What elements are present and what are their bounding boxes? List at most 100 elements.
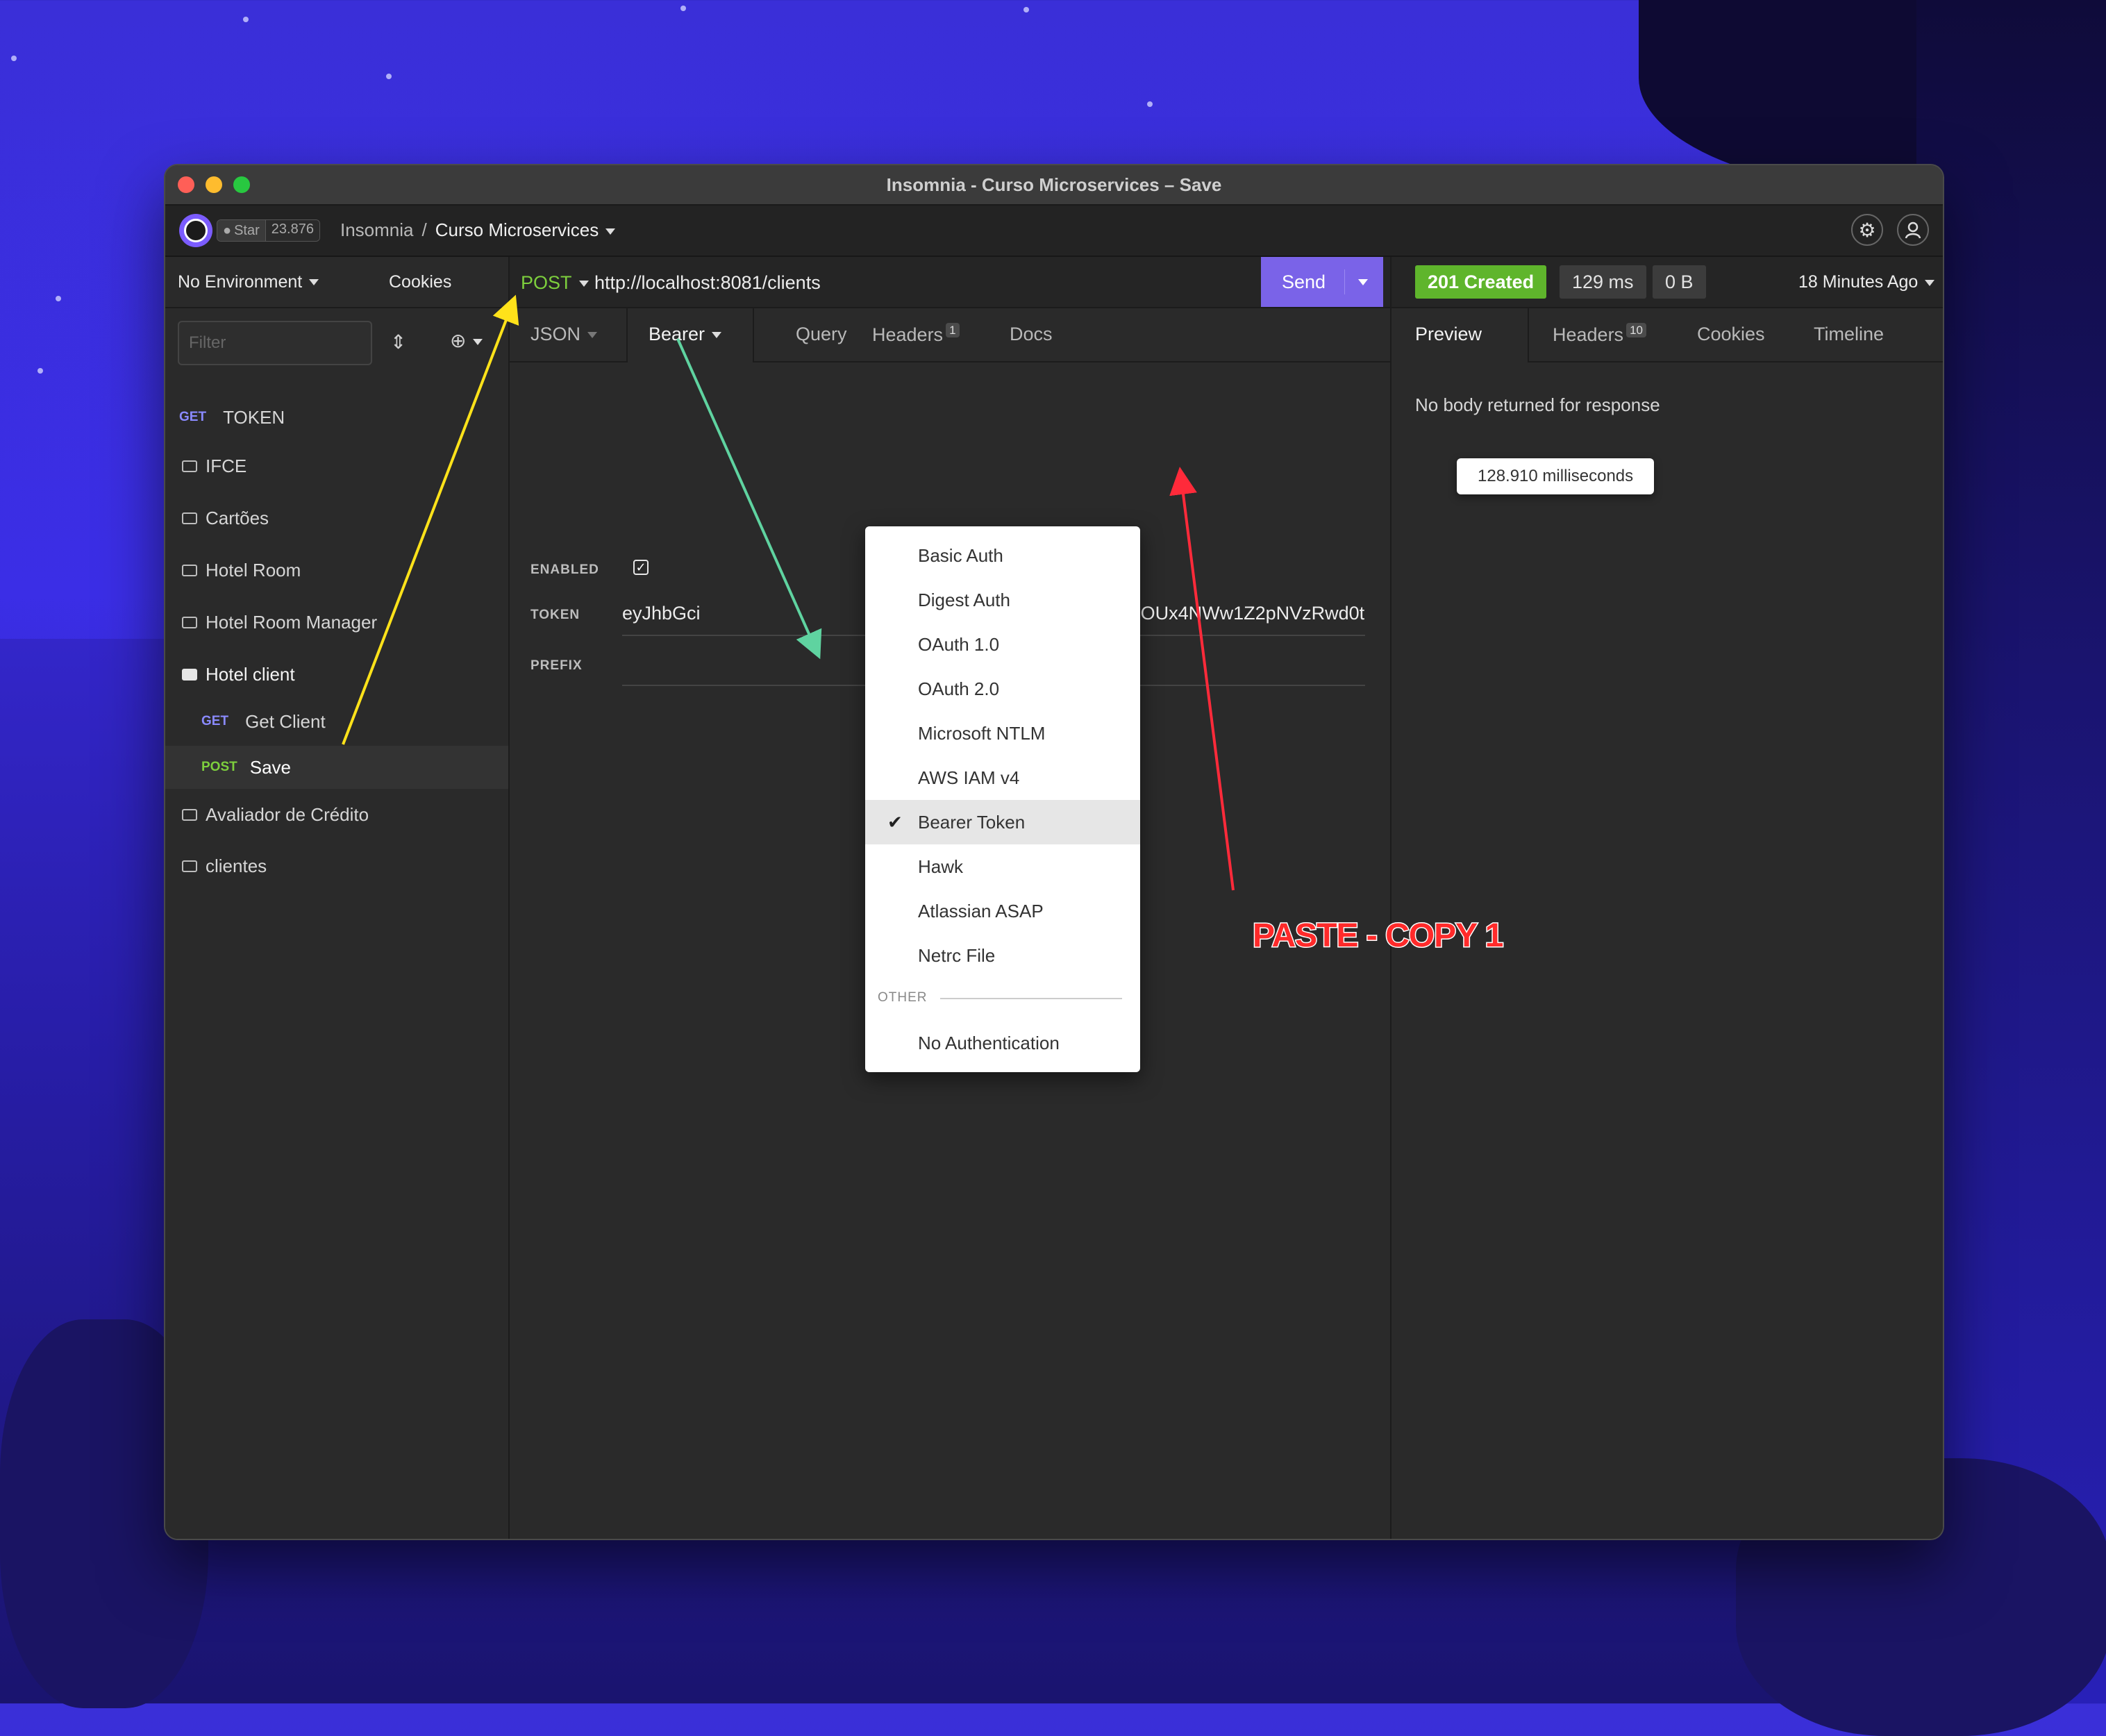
menu-item-aws-iam[interactable]: AWS IAM v4 (865, 756, 1140, 800)
menu-item-label: Bearer Token (918, 811, 1026, 833)
menu-item-atlassian-asap[interactable]: Atlassian ASAP (865, 889, 1140, 933)
sidebar-folder-hotel-room-manager[interactable]: Hotel Room Manager (165, 601, 508, 644)
star (11, 56, 17, 61)
breadcrumb-separator: / (421, 219, 427, 240)
headers-count-badge: 10 (1626, 323, 1646, 337)
sidebar-request-token[interactable]: GET TOKEN (165, 396, 508, 439)
request-label: Save (249, 756, 291, 778)
star (37, 368, 43, 374)
history-label: 18 Minutes Ago (1798, 272, 1919, 292)
method-badge: GET (201, 714, 229, 728)
cookies-button[interactable]: Cookies (389, 272, 451, 292)
app-topbar: ● Star 23.876 Insomnia / Curso Microservi… (165, 206, 1943, 257)
prefix-label: PREFIX (530, 658, 583, 673)
history-selector[interactable]: 18 Minutes Ago (1798, 272, 1935, 292)
folder-icon (182, 860, 197, 872)
menu-item-bearer-token[interactable]: ✔ Bearer Token (865, 800, 1140, 844)
sort-icon[interactable]: ⇕ (390, 331, 406, 353)
workspace-selector[interactable]: Curso Microservices (435, 219, 616, 241)
breadcrumb-root[interactable]: Insomnia (340, 219, 414, 241)
menu-item-no-authentication[interactable]: No Authentication (865, 1021, 1140, 1065)
sidebar-folder-clientes[interactable]: clientes (165, 844, 508, 887)
response-time-tooltip: 128.910 milliseconds (1457, 458, 1655, 494)
window-title: Insomnia - Curso Microservices – Save (886, 174, 1222, 195)
tab-auth[interactable]: Bearer (649, 324, 722, 345)
window-controls (178, 176, 250, 193)
sidebar-folder-cartoes[interactable]: Cartões (165, 496, 508, 540)
menu-item-label: Microsoft NTLM (918, 722, 1046, 744)
folder-icon (182, 564, 197, 576)
method-selector[interactable]: POST (521, 272, 589, 294)
checkmark-icon: ✔ (887, 811, 903, 833)
tab-label: Headers (1553, 324, 1624, 345)
menu-item-hawk[interactable]: Hawk (865, 844, 1140, 889)
tab-label: JSON (530, 324, 581, 344)
request-tabs: JSON Bearer Query Headers 1 Docs (510, 308, 1390, 362)
star (1147, 101, 1153, 107)
sidebar-folder-hotel-room[interactable]: Hotel Room (165, 549, 508, 592)
response-time[interactable]: 129 ms (1560, 265, 1646, 299)
empty-body-message: No body returned for response (1415, 394, 1660, 415)
menu-item-oauth1[interactable]: OAuth 1.0 (865, 622, 1140, 667)
tab-headers[interactable]: Headers 1 (872, 323, 960, 346)
sidebar-folder-avaliador[interactable]: Avaliador de Crédito (165, 793, 508, 836)
close-button[interactable] (178, 176, 194, 193)
folder-icon (182, 616, 197, 628)
tab-body[interactable]: JSON (530, 324, 598, 345)
menu-item-label: AWS IAM v4 (918, 767, 1020, 788)
github-star-badge[interactable]: ● Star 23.876 (217, 219, 320, 242)
url-input[interactable]: http://localhost:8081/clients (594, 272, 821, 294)
status-badge: 201 Created (1415, 265, 1547, 299)
menu-item-ntlm[interactable]: Microsoft NTLM (865, 711, 1140, 756)
filter-input[interactable]: Filter (178, 321, 372, 365)
insomnia-logo-icon[interactable] (179, 214, 212, 247)
tab-query[interactable]: Query (796, 324, 847, 345)
tab-response-headers[interactable]: Headers 10 (1553, 323, 1646, 346)
star (56, 296, 61, 301)
tab-response-cookies[interactable]: Cookies (1697, 324, 1765, 345)
chevron-down-icon[interactable] (1358, 279, 1368, 285)
enabled-checkbox[interactable]: ✓ (633, 560, 649, 575)
annotation-label: PASTE - COPY 1 (1251, 917, 1504, 955)
minimize-button[interactable] (206, 176, 222, 193)
menu-item-label: Netrc File (918, 944, 996, 966)
land-silhouette (1916, 0, 2106, 1703)
response-status-bar: 201 Created 129 ms 0 B 18 Minutes Ago (1392, 257, 1943, 308)
gear-icon[interactable]: ⚙ (1851, 214, 1883, 246)
github-icon: ● (223, 222, 232, 238)
tab-preview[interactable]: Preview (1415, 324, 1482, 345)
sidebar-request-save[interactable]: POST Save (165, 746, 508, 789)
star (680, 6, 686, 11)
environment-selector[interactable]: No Environment (178, 272, 319, 292)
star (243, 17, 249, 22)
menu-item-digest-auth[interactable]: Digest Auth (865, 578, 1140, 622)
menu-item-oauth2[interactable]: OAuth 2.0 (865, 667, 1140, 711)
request-label: TOKEN (223, 406, 285, 428)
user-icon[interactable] (1897, 214, 1929, 246)
insomnia-window: Insomnia - Curso Microservices – Save ● S… (164, 164, 1944, 1540)
chevron-down-icon (578, 281, 589, 287)
menu-item-label: OAuth 2.0 (918, 678, 1000, 699)
sidebar-folder-hotel-client[interactable]: Hotel client (165, 653, 508, 696)
add-icon[interactable]: ⊕ (450, 329, 483, 352)
tab-timeline[interactable]: Timeline (1814, 324, 1884, 345)
zoom-button[interactable] (233, 176, 250, 193)
token-label: TOKEN (530, 608, 580, 622)
chevron-down-icon (309, 279, 319, 286)
sidebar-request-get-client[interactable]: GET Get Client (165, 700, 508, 743)
auth-type-dropdown: Basic Auth Digest Auth OAuth 1.0 OAuth 2… (865, 526, 1140, 1072)
send-button[interactable]: Send (1261, 257, 1383, 307)
menu-divider (940, 998, 1122, 999)
menu-item-label: No Authentication (918, 1032, 1060, 1053)
menu-item-label: Digest Auth (918, 589, 1010, 610)
method-badge: POST (201, 760, 237, 774)
folder-label: clientes (206, 855, 267, 876)
response-pane: 201 Created 129 ms 0 B 18 Minutes Ago Pr… (1392, 257, 1943, 1539)
workspace-name: Curso Microservices (435, 219, 599, 240)
menu-item-basic-auth[interactable]: Basic Auth (865, 533, 1140, 578)
tab-docs[interactable]: Docs (1010, 324, 1053, 345)
menu-item-netrc-file[interactable]: Netrc File (865, 933, 1140, 978)
star (386, 74, 392, 79)
menu-section-other: OTHER (878, 990, 928, 1005)
sidebar-folder-ifce[interactable]: IFCE (165, 444, 508, 487)
